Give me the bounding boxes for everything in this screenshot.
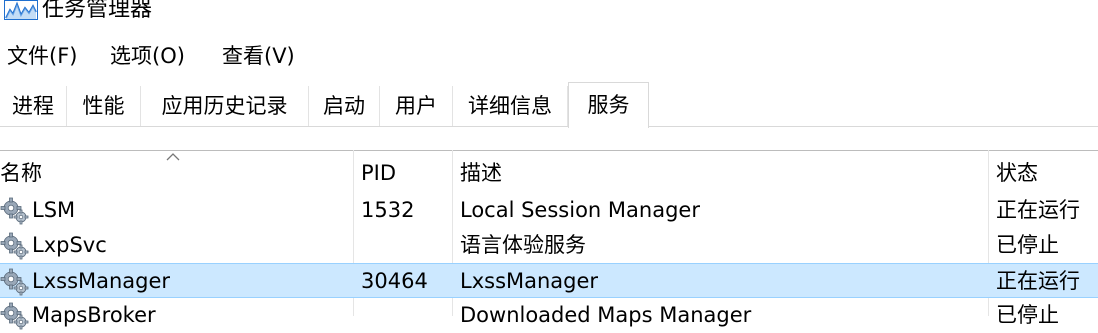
service-name: LxpSvc [32, 233, 107, 257]
service-status: 正在运行 [996, 198, 1080, 222]
tab-services[interactable]: 服务 [568, 82, 649, 128]
menu-options[interactable]: 选项(O) [110, 40, 185, 72]
service-gear-icon [0, 232, 29, 260]
service-description: LxssManager [460, 269, 599, 293]
service-gear-icon [0, 268, 29, 296]
service-description: 语言体验服务 [460, 233, 586, 257]
table-header: 名称 PID 描述 状态 [0, 150, 1098, 194]
service-pid: 30464 [361, 269, 428, 293]
tab-users[interactable]: 用户 [380, 86, 453, 126]
service-gear-icon [0, 302, 29, 330]
tab-startup[interactable]: 启动 [309, 86, 380, 126]
tab-app-history[interactable]: 应用历史记录 [141, 86, 309, 126]
tab-strip: 进程 性能 应用历史记录 启动 用户 详细信息 服务 [0, 82, 1098, 128]
menu-bar: 文件(F) 选项(O) 查看(V) [0, 40, 1098, 72]
service-name: LxssManager [32, 269, 171, 293]
sort-ascending-icon [166, 153, 180, 161]
menu-view[interactable]: 查看(V) [222, 40, 295, 72]
service-description: Local Session Manager [460, 198, 700, 222]
service-pid [361, 228, 449, 263]
tab-performance[interactable]: 性能 [67, 86, 141, 126]
menu-file[interactable]: 文件(F) [7, 40, 77, 72]
performance-graph-icon [4, 0, 38, 20]
column-header-pid[interactable]: PID [361, 151, 396, 194]
tab-processes[interactable]: 进程 [0, 86, 67, 126]
table-row-selected[interactable]: LxssManager 30464 LxssManager 正在运行 [0, 263, 1098, 298]
tab-details[interactable]: 详细信息 [453, 86, 568, 126]
service-gear-icon [0, 197, 29, 225]
service-pid: 1532 [361, 198, 415, 222]
service-name: LSM [32, 198, 76, 222]
column-header-description[interactable]: 描述 [460, 151, 502, 194]
table-row[interactable]: LSM 1532 Local Session Manager 正在运行 [0, 193, 1098, 228]
column-header-name[interactable]: 名称 [0, 151, 42, 194]
column-header-status[interactable]: 状态 [996, 151, 1038, 194]
service-status: 正在运行 [996, 269, 1080, 293]
table-row[interactable]: LxpSvc 语言体验服务 已停止 [0, 228, 1098, 263]
window-title: 任务管理器 [42, 0, 153, 22]
service-status: 已停止 [996, 233, 1059, 257]
title-bar: 任务管理器 [0, 0, 1098, 26]
